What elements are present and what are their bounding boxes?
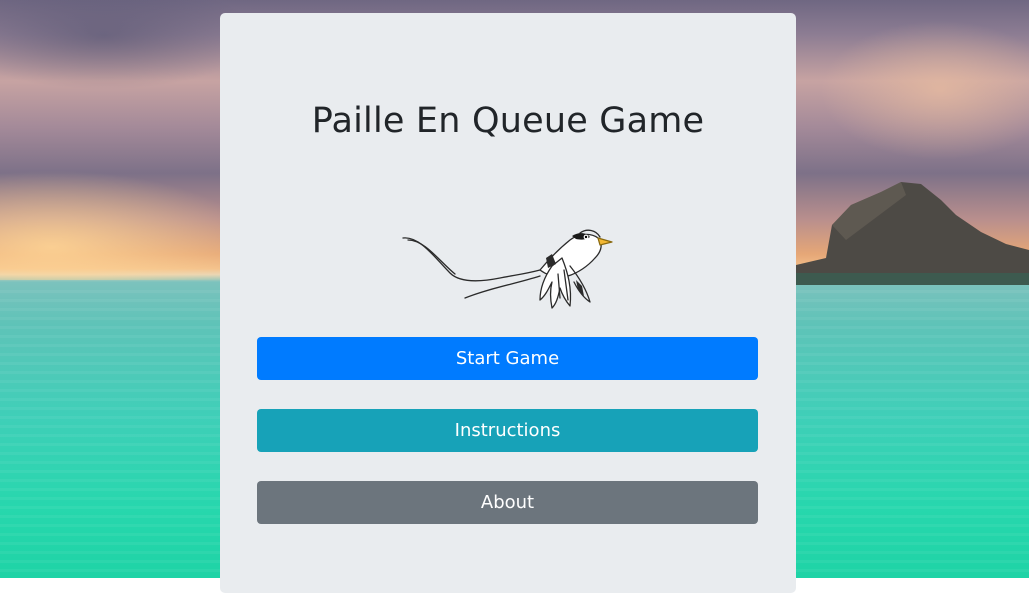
sunset-cloud	[820, 20, 1029, 160]
menu-card: Paille En Queue Game Start Game Instruct…	[220, 13, 796, 593]
about-button[interactable]: About	[257, 481, 758, 524]
mountain-silhouette	[796, 182, 1029, 285]
instructions-button[interactable]: Instructions	[257, 409, 758, 452]
bird-icon	[402, 229, 613, 309]
page-title: Paille En Queue Game	[311, 101, 705, 141]
start-game-button[interactable]: Start Game	[257, 337, 758, 380]
